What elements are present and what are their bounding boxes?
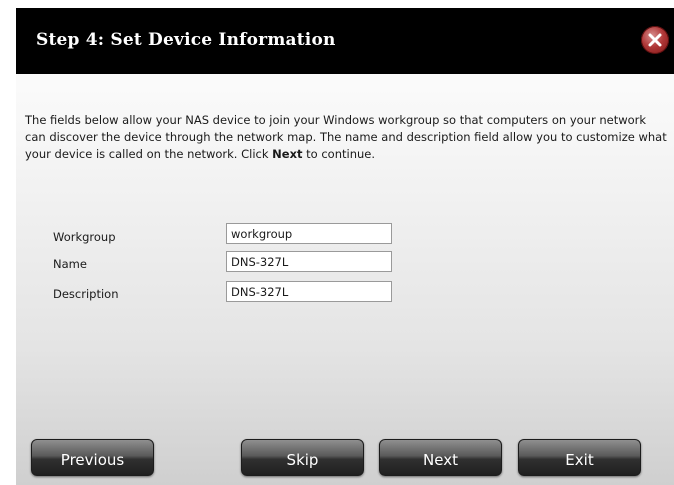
previous-button[interactable]: Previous	[31, 439, 154, 476]
description-label: Description	[53, 287, 119, 301]
name-label: Name	[53, 257, 87, 271]
skip-button[interactable]: Skip	[241, 439, 364, 476]
exit-button[interactable]: Exit	[518, 439, 641, 476]
close-button[interactable]	[641, 26, 669, 54]
instructions-part2: to continue.	[302, 147, 376, 161]
instructions-text: The fields below allow your NAS device t…	[25, 112, 670, 163]
name-input[interactable]	[226, 251, 392, 272]
workgroup-label: Workgroup	[53, 230, 116, 244]
setup-wizard-dialog: Step 4: Set Device Information The field…	[16, 8, 674, 485]
description-input[interactable]	[226, 281, 392, 302]
dialog-title: Step 4: Set Device Information	[36, 30, 336, 50]
instructions-next-bold: Next	[272, 147, 303, 161]
next-button[interactable]: Next	[379, 439, 502, 476]
dialog-titlebar: Step 4: Set Device Information	[16, 8, 674, 74]
close-icon	[648, 33, 662, 47]
workgroup-input[interactable]	[226, 223, 392, 244]
